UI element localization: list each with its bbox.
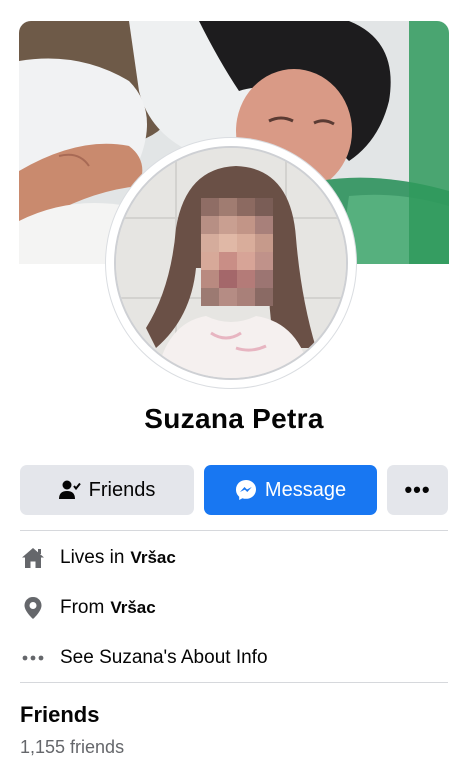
about-info-link[interactable]: See Suzana's About Info [60, 647, 268, 669]
friend-check-icon [58, 480, 81, 500]
more-dots-icon [20, 655, 46, 661]
friends-button-label: Friends [88, 478, 156, 501]
profile-name: Suzana Petra [144, 403, 324, 434]
divider [20, 530, 448, 531]
from-row: From Vršac [20, 593, 448, 623]
from-prefix: From [60, 597, 105, 618]
more-options-button[interactable]: ••• [387, 465, 448, 515]
message-button-label: Message [264, 478, 347, 501]
profile-picture-frame[interactable] [106, 138, 356, 388]
lives-in-prefix: Lives in [60, 547, 125, 568]
profile-picture[interactable] [114, 146, 348, 380]
home-icon [20, 547, 46, 569]
from-place[interactable]: Vršac [110, 598, 155, 618]
messenger-icon [235, 479, 257, 501]
location-pin-icon [20, 596, 46, 620]
friends-button[interactable]: Friends [20, 465, 194, 515]
divider [20, 682, 448, 683]
lives-in-place[interactable]: Vršac [130, 548, 175, 568]
message-button[interactable]: Message [204, 465, 377, 515]
friends-count: 1,155 friends [20, 737, 125, 757]
about-info-row[interactable]: See Suzana's About Info [20, 643, 448, 673]
lives-in-row: Lives in Vršac [20, 543, 448, 573]
more-options-icon: ••• [404, 477, 431, 502]
friends-section-title[interactable]: Friends [20, 702, 99, 728]
